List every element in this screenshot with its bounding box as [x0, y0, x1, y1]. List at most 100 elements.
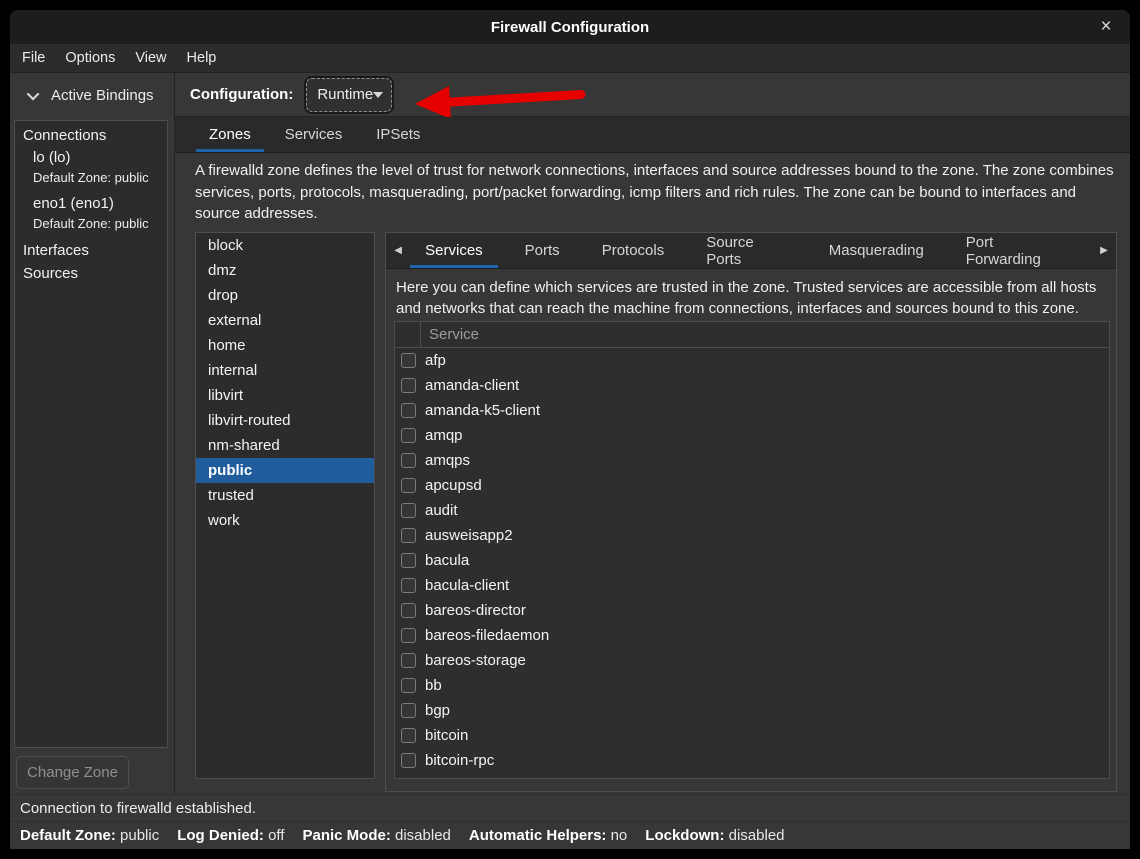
table-row[interactable]: bareos-director — [395, 598, 1109, 623]
service-checkbox[interactable] — [401, 428, 416, 443]
zone-item-work[interactable]: work — [196, 508, 374, 533]
service-checkbox[interactable] — [401, 353, 416, 368]
service-checkbox[interactable] — [401, 678, 416, 693]
service-checkbox[interactable] — [401, 403, 416, 418]
table-row-partial[interactable] — [395, 773, 1109, 779]
tabs-scroll-left-icon[interactable]: ◀ — [386, 233, 410, 268]
service-name: amqp — [416, 427, 463, 444]
bindings-tree: Connections lo (lo) Default Zone: public… — [14, 120, 168, 748]
service-name: amanda-client — [416, 377, 519, 394]
table-row[interactable]: bitcoin-rpc — [395, 748, 1109, 773]
connection-name[interactable]: lo (lo) — [15, 147, 167, 169]
services-table-header: Service — [395, 322, 1109, 348]
zone-item-internal[interactable]: internal — [196, 358, 374, 383]
table-row[interactable]: amqp — [395, 423, 1109, 448]
zone-item-drop[interactable]: drop — [196, 283, 374, 308]
change-zone-button[interactable]: Change Zone — [16, 756, 129, 789]
tabs-scroll-right-icon[interactable]: ▶ — [1092, 233, 1116, 268]
service-checkbox[interactable] — [401, 528, 416, 543]
service-column-header[interactable]: Service — [421, 322, 1109, 347]
service-checkbox[interactable] — [401, 753, 416, 768]
table-row[interactable]: bacula-client — [395, 573, 1109, 598]
main-area: Configuration: Runtime Zones Services IP… — [175, 73, 1130, 794]
titlebar: Firewall Configuration × — [10, 10, 1130, 44]
status-automatic-helpers: Automatic Helpers: no — [469, 827, 627, 844]
menu-view[interactable]: View — [125, 44, 176, 73]
zone-item-block[interactable]: block — [196, 233, 374, 258]
zone-item-nm-shared[interactable]: nm-shared — [196, 433, 374, 458]
zone-settings-panel: ◀ Services Ports Protocols Source Ports … — [385, 232, 1117, 792]
tree-connection-eno1[interactable]: eno1 (eno1) Default Zone: public — [15, 193, 167, 234]
tab-ipsets[interactable]: IPSets — [363, 117, 433, 152]
tree-item-interfaces[interactable]: Interfaces — [15, 239, 167, 262]
table-row[interactable]: amanda-client — [395, 373, 1109, 398]
table-row[interactable]: bacula — [395, 548, 1109, 573]
table-row[interactable]: bareos-storage — [395, 648, 1109, 673]
ztab-ports[interactable]: Ports — [510, 233, 575, 268]
status-text: Connection to firewalld established. — [20, 800, 256, 817]
service-checkbox[interactable] — [401, 453, 416, 468]
menu-options[interactable]: Options — [55, 44, 125, 73]
table-row[interactable]: bb — [395, 673, 1109, 698]
service-name: amanda-k5-client — [416, 402, 540, 419]
connection-default-zone: Default Zone: public — [15, 215, 167, 234]
service-checkbox[interactable] — [401, 478, 416, 493]
configuration-label: Configuration: — [190, 86, 293, 103]
ztab-services[interactable]: Services — [410, 233, 498, 268]
table-row[interactable]: ausweisapp2 — [395, 523, 1109, 548]
statusbar-summary: Default Zone: public Log Denied: off Pan… — [10, 821, 1130, 849]
services-table: Service afp amanda-client amanda-k5-client… — [394, 321, 1110, 779]
service-checkbox[interactable] — [401, 628, 416, 643]
service-checkbox[interactable] — [401, 503, 416, 518]
ztab-port-forwarding[interactable]: Port Forwarding — [951, 233, 1080, 268]
zone-item-external[interactable]: external — [196, 308, 374, 333]
status-lockdown: Lockdown: disabled — [645, 827, 784, 844]
ztab-protocols[interactable]: Protocols — [587, 233, 680, 268]
zone-item-dmz[interactable]: dmz — [196, 258, 374, 283]
table-row[interactable]: afp — [395, 348, 1109, 373]
chevron-down-icon — [27, 87, 40, 100]
table-row[interactable]: bgp — [395, 698, 1109, 723]
checkbox-column-header[interactable] — [395, 322, 421, 347]
table-row[interactable]: apcupsd — [395, 473, 1109, 498]
connection-name[interactable]: eno1 (eno1) — [15, 193, 167, 215]
zone-item-public-selected[interactable]: public — [196, 458, 374, 483]
close-icon[interactable]: × — [1092, 10, 1120, 44]
service-checkbox[interactable] — [401, 703, 416, 718]
tab-services[interactable]: Services — [272, 117, 356, 152]
service-name: bacula-client — [416, 577, 509, 594]
table-row[interactable]: amanda-k5-client — [395, 398, 1109, 423]
table-row[interactable]: amqps — [395, 448, 1109, 473]
ztab-masquerading[interactable]: Masquerading — [814, 233, 939, 268]
zone-item-libvirt-routed[interactable]: libvirt-routed — [196, 408, 374, 433]
service-name: amqps — [416, 452, 470, 469]
ztab-source-ports[interactable]: Source Ports — [691, 233, 802, 268]
service-checkbox[interactable] — [401, 553, 416, 568]
service-checkbox[interactable] — [401, 653, 416, 668]
zone-item-trusted[interactable]: trusted — [196, 483, 374, 508]
table-row[interactable]: audit — [395, 498, 1109, 523]
configuration-dropdown[interactable]: Runtime — [306, 78, 392, 112]
menu-help[interactable]: Help — [177, 44, 227, 73]
service-checkbox[interactable] — [401, 578, 416, 593]
menubar: File Options View Help — [10, 44, 1130, 73]
table-row[interactable]: bitcoin — [395, 723, 1109, 748]
tree-item-connections[interactable]: Connections — [15, 124, 167, 147]
service-checkbox[interactable] — [401, 603, 416, 618]
service-name: bgp — [416, 702, 450, 719]
sidebar: Active Bindings Connections lo (lo) Defa… — [10, 73, 174, 794]
service-checkbox[interactable] — [401, 378, 416, 393]
active-bindings-expander[interactable]: Active Bindings — [10, 73, 174, 117]
zone-item-libvirt[interactable]: libvirt — [196, 383, 374, 408]
services-rows: afp amanda-client amanda-k5-client amqp amqp… — [395, 348, 1109, 773]
service-checkbox[interactable] — [401, 728, 416, 743]
service-name: bareos-storage — [416, 652, 526, 669]
table-row[interactable]: bareos-filedaemon — [395, 623, 1109, 648]
service-name: apcupsd — [416, 477, 482, 494]
tree-item-sources[interactable]: Sources — [15, 262, 167, 285]
tree-connection-lo[interactable]: lo (lo) Default Zone: public — [15, 147, 167, 188]
tab-zones[interactable]: Zones — [196, 117, 264, 152]
zone-item-home[interactable]: home — [196, 333, 374, 358]
menu-file[interactable]: File — [12, 44, 55, 73]
service-checkbox[interactable] — [401, 778, 416, 779]
